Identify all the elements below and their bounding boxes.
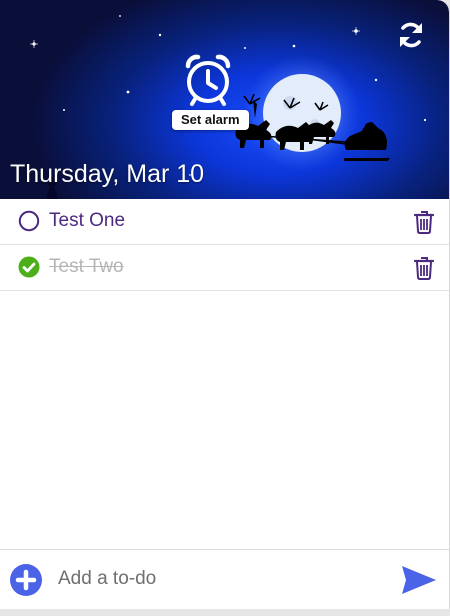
add-todo-button[interactable] <box>9 563 43 597</box>
todo-item: Test One <box>0 199 449 245</box>
refresh-icon <box>400 22 422 48</box>
trash-icon <box>413 257 435 280</box>
check-circle-icon <box>18 256 40 278</box>
header-banner: Set alarm Thursday, Mar 10 <box>0 0 449 199</box>
delete-todo-button[interactable] <box>413 256 435 280</box>
alarm-clock-icon <box>185 54 231 106</box>
delete-todo-button[interactable] <box>413 210 435 234</box>
todo-checkbox[interactable] <box>18 256 40 278</box>
trash-icon <box>413 211 435 234</box>
refresh-button[interactable] <box>396 20 426 50</box>
todo-item: Test Two <box>0 245 449 291</box>
todo-checkbox[interactable] <box>18 210 40 232</box>
todo-item-text[interactable]: Test Two <box>49 245 124 289</box>
send-button[interactable] <box>400 564 438 596</box>
todo-panel: Set alarm Thursday, Mar 10 Test One Test… <box>0 0 450 609</box>
set-alarm-tooltip: Set alarm <box>172 110 249 130</box>
todo-list: Test One Test Two <box>0 199 449 291</box>
circle-outline-icon <box>18 210 40 232</box>
todo-item-text[interactable]: Test One <box>49 199 125 243</box>
add-todo-input[interactable] <box>52 560 394 598</box>
set-alarm-button[interactable] <box>180 52 236 108</box>
send-arrow-icon <box>402 566 436 594</box>
plus-circle-icon <box>10 564 42 596</box>
add-todo-bar <box>0 549 449 609</box>
date-heading: Thursday, Mar 10 <box>10 160 205 188</box>
